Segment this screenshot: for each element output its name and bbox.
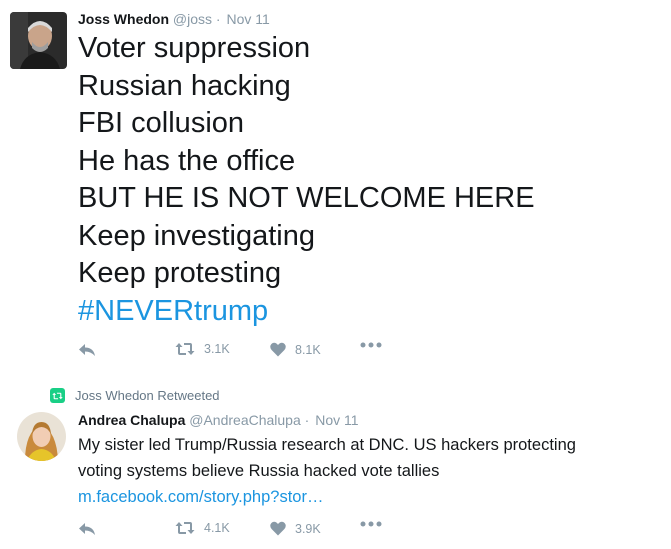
tweet-line: He has the office [78, 144, 296, 177]
like-button[interactable]: 3.9K [270, 521, 321, 536]
retweet-icon [175, 343, 195, 355]
retweet-count: 3.1K [204, 342, 230, 356]
reply-button[interactable] [78, 342, 96, 358]
tweet-line: Voter suppression [78, 32, 311, 64]
separator-dot: · [215, 11, 221, 27]
author-handle[interactable]: @joss [173, 11, 212, 27]
tweet-line: FBI collusion [78, 107, 245, 139]
retweet-button[interactable]: 3.1K [175, 342, 230, 356]
retweet-button[interactable]: 4.1K [175, 521, 230, 535]
heart-icon [270, 342, 286, 357]
tweet-link[interactable]: m.facebook.com/story.php?stor… [78, 484, 576, 510]
tweet-text: Voter suppression Russian hacking FBI co… [78, 30, 535, 330]
tweet-joss[interactable]: Joss Whedon @joss · Nov 11 Voter suppres… [0, 0, 671, 370]
tweet-line: voting systems believe Russia hacked vot… [78, 462, 440, 480]
hashtag-link[interactable]: #NEVERtrump [78, 293, 535, 331]
tweet-line: Keep investigating [78, 219, 315, 252]
retweet-icon [175, 522, 195, 534]
tweet-line: My sister led Trump/Russia research at D… [78, 436, 576, 454]
tweet-line: Russian hacking [78, 69, 291, 102]
like-count: 3.9K [295, 521, 321, 536]
retweet-context-label[interactable]: Joss Whedon Retweeted [75, 388, 220, 403]
avatar-joss[interactable] [10, 12, 67, 69]
retweet-count: 4.1K [204, 521, 230, 535]
like-count: 8.1K [295, 342, 321, 357]
tweet-date[interactable]: Nov 11 [226, 11, 269, 27]
retweeted-icon [50, 388, 65, 403]
tweet-text: My sister led Trump/Russia research at D… [78, 432, 576, 510]
author-name[interactable]: Joss Whedon [78, 11, 169, 27]
more-button[interactable] [360, 342, 382, 348]
reply-icon [79, 523, 95, 535]
more-icon [360, 342, 382, 348]
like-button[interactable]: 8.1K [270, 342, 321, 357]
separator-dot: · [304, 412, 310, 428]
more-button[interactable] [360, 521, 382, 527]
heart-icon [270, 521, 286, 536]
tweet-date[interactable]: Nov 11 [315, 412, 358, 428]
reply-icon [79, 344, 95, 356]
tweet-line: BUT HE IS NOT WELCOME HERE [78, 182, 535, 214]
author-handle[interactable]: @AndreaChalupa [189, 412, 301, 428]
tweet-header: Andrea Chalupa @AndreaChalupa · Nov 11 [78, 412, 359, 428]
reply-button[interactable] [78, 521, 96, 537]
avatar-andrea[interactable] [17, 412, 66, 461]
tweet-line: Keep protesting [78, 257, 282, 289]
retweet-context: Joss Whedon Retweeted [50, 388, 220, 403]
more-icon [360, 521, 382, 527]
author-name[interactable]: Andrea Chalupa [78, 412, 185, 428]
tweet-andrea[interactable]: Joss Whedon Retweeted Andrea Chalupa @An… [0, 378, 671, 549]
tweet-header: Joss Whedon @joss · Nov 11 [78, 11, 270, 27]
